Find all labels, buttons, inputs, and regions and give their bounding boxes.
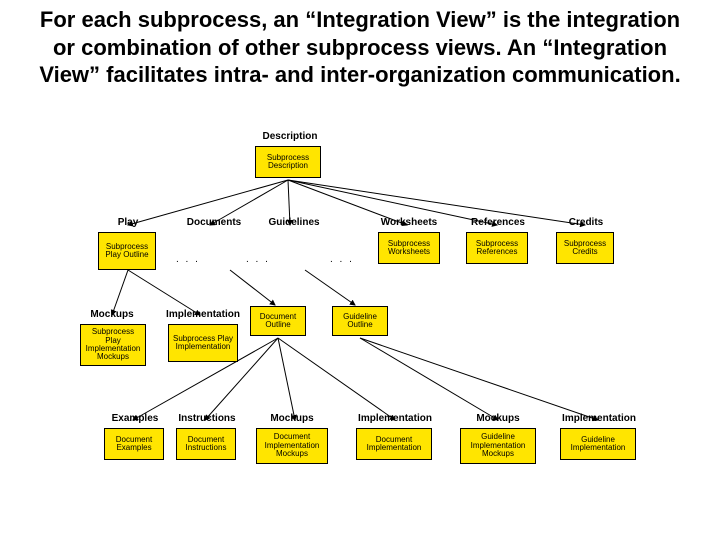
label-references: References: [462, 218, 534, 229]
node-subprocess-description: Subprocess Description: [255, 146, 321, 178]
node-subprocess-worksheets: Subprocess Worksheets: [378, 232, 440, 264]
ellipsis-3: . . .: [330, 254, 354, 265]
label-play: Play: [110, 218, 146, 229]
node-document-implementation: Document Implementation: [356, 428, 432, 460]
node-document-instructions: Document Instructions: [176, 428, 236, 460]
node-guideline-implementation: Guideline Implementation: [560, 428, 636, 460]
node-guideline-impl-mockups: Guideline Implementation Mockups: [460, 428, 536, 464]
diagram-container: Description Subprocess Description Play …: [0, 130, 720, 530]
page-title: For each subprocess, an “Integration Vie…: [0, 0, 720, 89]
label-description: Description: [250, 132, 330, 143]
ellipsis-2: . . .: [246, 254, 270, 265]
label-mockups-2: Mockups: [260, 414, 324, 425]
label-examples: Examples: [103, 414, 167, 425]
label-worksheets: Worksheets: [372, 218, 446, 229]
label-implementation-2: Implementation: [348, 414, 442, 425]
label-documents: Documents: [178, 218, 250, 229]
node-subprocess-play-outline: Subprocess Play Outline: [98, 232, 156, 270]
node-play-implementation: Subprocess Play Implementation: [168, 324, 238, 362]
ellipsis-1: . . .: [176, 254, 200, 265]
label-implementation: Implementation: [156, 310, 250, 321]
node-document-examples: Document Examples: [104, 428, 164, 460]
label-mockups-3: Mockups: [466, 414, 530, 425]
node-play-impl-mockups: Subprocess Play Implementation Mockups: [80, 324, 146, 366]
node-document-impl-mockups: Document Implementation Mockups: [256, 428, 328, 464]
node-document-outline: Document Outline: [250, 306, 306, 336]
node-guideline-outline: Guideline Outline: [332, 306, 388, 336]
node-subprocess-credits: Subprocess Credits: [556, 232, 614, 264]
node-subprocess-references: Subprocess References: [466, 232, 528, 264]
label-credits: Credits: [558, 218, 614, 229]
label-instructions: Instructions: [171, 414, 243, 425]
label-guidelines: Guidelines: [259, 218, 329, 229]
label-mockups: Mockups: [82, 310, 142, 321]
label-implementation-3: Implementation: [552, 414, 646, 425]
